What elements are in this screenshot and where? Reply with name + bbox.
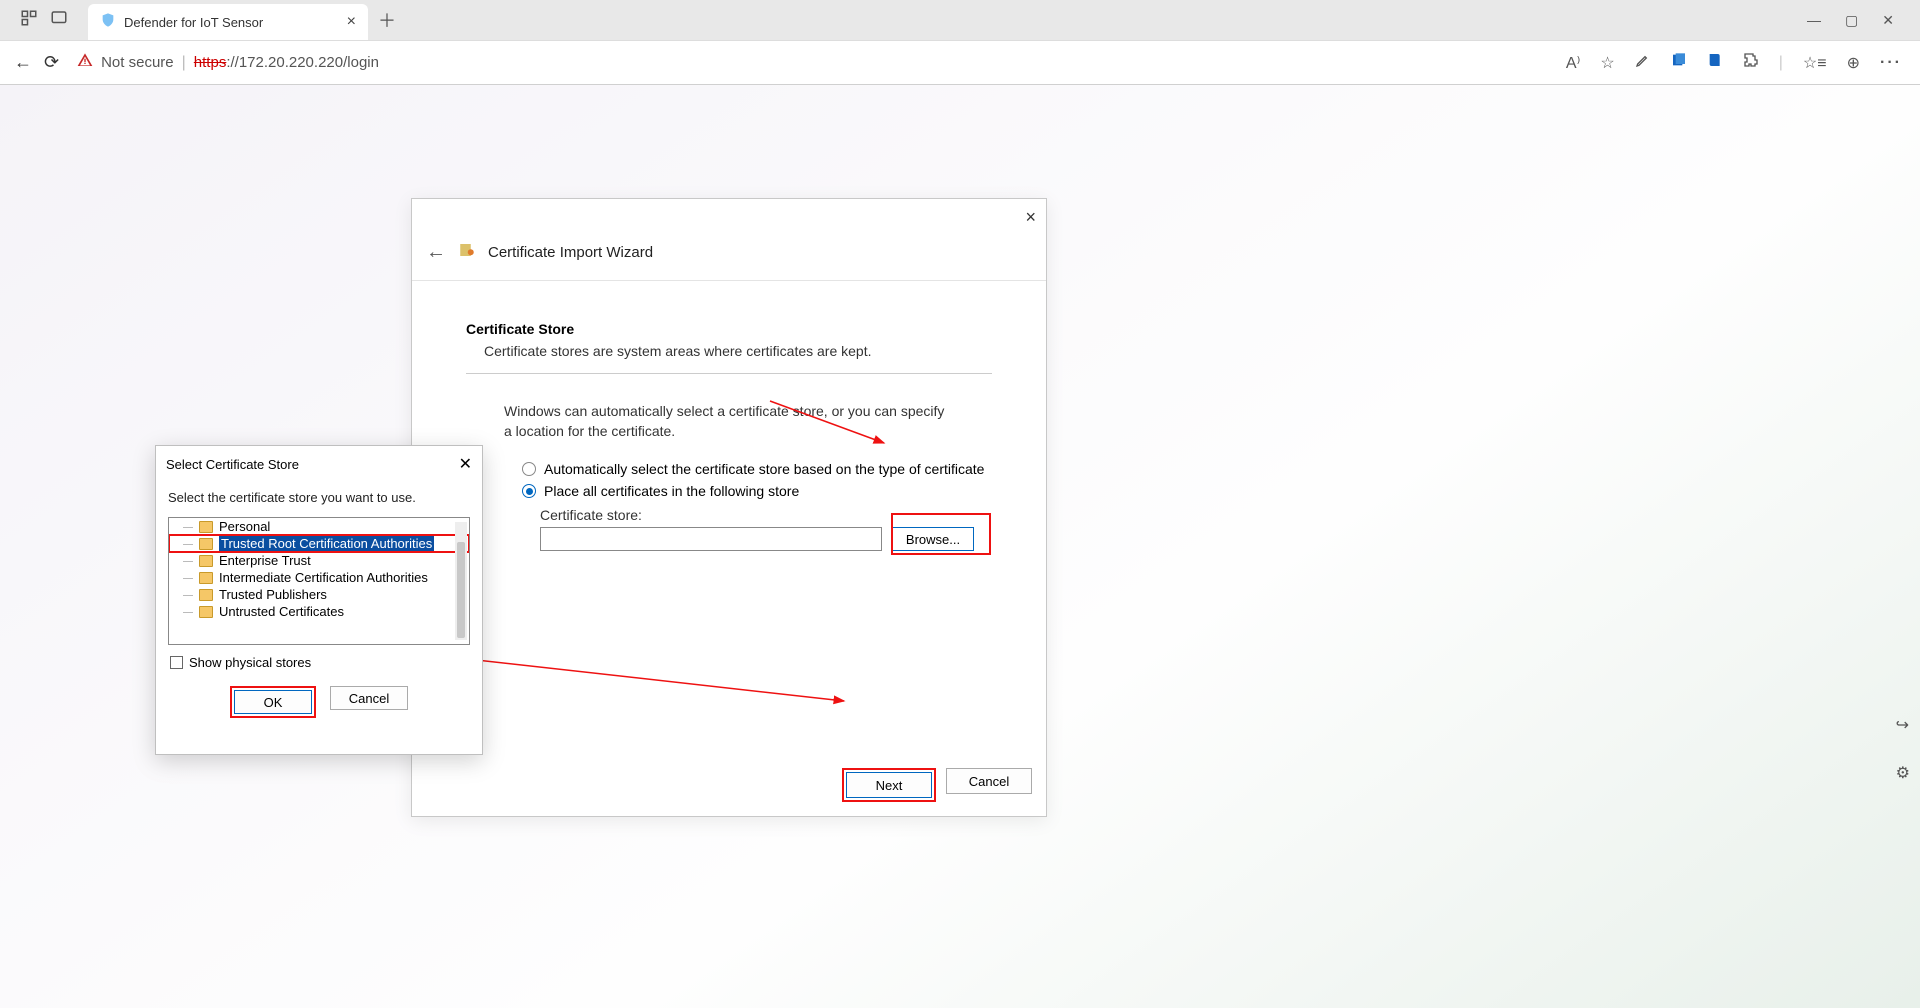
scrollbar[interactable] [455, 522, 467, 640]
folder-icon [199, 572, 213, 584]
browse-button[interactable]: Browse... [892, 527, 974, 551]
certificate-icon [458, 241, 476, 264]
app-launcher-icon[interactable]: ⊕ [1847, 53, 1860, 73]
tree-item-label[interactable]: Trusted Publishers [219, 587, 327, 602]
window-close-icon[interactable]: ✕ [1882, 12, 1894, 29]
reading-list-icon[interactable] [1707, 52, 1723, 73]
more-icon[interactable]: ··· [1880, 54, 1902, 72]
certificate-store-tree[interactable]: Personal Trusted Root Certification Auth… [168, 517, 470, 645]
folder-icon [199, 606, 213, 618]
body-text: Windows can automatically select a certi… [504, 402, 954, 441]
shield-icon [100, 12, 116, 33]
browser-chrome: Defender for IoT Sensor × ＋ — ▢ ✕ ← ⟳ No… [0, 0, 1920, 85]
show-physical-stores-checkbox[interactable]: Show physical stores [156, 645, 482, 680]
select-certificate-store-dialog: Select Certificate Store ✕ Select the ce… [155, 445, 483, 755]
tree-item-label[interactable]: Untrusted Certificates [219, 604, 344, 619]
close-icon[interactable]: × [1025, 207, 1036, 228]
cancel-button[interactable]: Cancel [946, 768, 1032, 794]
certificate-import-wizard: × ← Certificate Import Wizard Certificat… [411, 198, 1047, 817]
tree-item-label[interactable]: Intermediate Certification Authorities [219, 570, 428, 585]
url-path: ://172.20.220.220/login [226, 54, 379, 71]
warning-icon [77, 52, 93, 73]
minimize-icon[interactable]: — [1807, 12, 1821, 29]
section-subtext: Certificate stores are system areas wher… [466, 343, 992, 359]
cancel-button[interactable]: Cancel [330, 686, 408, 710]
tree-item-label[interactable]: Trusted Root Certification Authorities [219, 536, 434, 551]
tab-title: Defender for IoT Sensor [124, 15, 347, 30]
folder-icon [199, 555, 213, 567]
folder-icon [199, 589, 213, 601]
maximize-icon[interactable]: ▢ [1845, 12, 1858, 29]
url-protocol: https [194, 54, 227, 71]
edit-icon[interactable] [1635, 52, 1651, 73]
dialog-title: Select Certificate Store [166, 457, 299, 472]
page-viewport: × ← Certificate Import Wizard Certificat… [0, 85, 1920, 1008]
radio-icon[interactable] [522, 484, 536, 498]
new-tab-button[interactable]: ＋ [378, 7, 396, 33]
not-secure-label: Not secure [101, 54, 174, 71]
checkbox-icon[interactable] [170, 656, 183, 669]
radio-label: Automatically select the certificate sto… [544, 461, 984, 477]
favorites-bar-icon[interactable]: ☆≡ [1803, 53, 1827, 73]
folder-icon [199, 538, 213, 550]
tree-item-label[interactable]: Enterprise Trust [219, 553, 311, 568]
settings-gear-icon[interactable]: ⚙ [1896, 763, 1910, 783]
refresh-icon[interactable]: ⟳ [44, 52, 59, 73]
radio-auto-select[interactable]: Automatically select the certificate sto… [522, 461, 992, 477]
checkbox-label: Show physical stores [189, 655, 311, 670]
certificate-store-input[interactable] [540, 527, 882, 551]
folder-icon [199, 521, 213, 533]
url-display[interactable]: Not secure | https://172.20.220.220/logi… [71, 52, 1554, 73]
radio-icon[interactable] [522, 462, 536, 476]
wizard-title: Certificate Import Wizard [488, 244, 653, 261]
certificate-store-label: Certificate store: [540, 507, 992, 523]
favorite-icon[interactable]: ☆ [1600, 53, 1614, 73]
browser-tab[interactable]: Defender for IoT Sensor × [88, 4, 368, 40]
close-icon[interactable]: ✕ [459, 454, 472, 474]
radio-place-all[interactable]: Place all certificates in the following … [522, 483, 992, 499]
address-bar: ← ⟳ Not secure | https://172.20.220.220/… [0, 40, 1920, 84]
read-aloud-icon[interactable]: A⁾ [1566, 53, 1581, 73]
tab-overview-icon[interactable] [50, 9, 68, 32]
extensions-icon[interactable] [1743, 52, 1759, 73]
back-icon[interactable]: ← [14, 52, 32, 73]
dialog-instruction: Select the certificate store you want to… [156, 482, 482, 517]
collections-icon[interactable] [1671, 52, 1687, 73]
tree-item-label[interactable]: Personal [219, 519, 270, 534]
section-heading: Certificate Store [466, 321, 992, 337]
sidebar-tool-icon[interactable]: ↪ [1896, 715, 1910, 735]
next-button[interactable]: Next [846, 772, 932, 798]
close-icon[interactable]: × [347, 13, 356, 31]
ok-button[interactable]: OK [234, 690, 312, 714]
radio-label: Place all certificates in the following … [544, 483, 799, 499]
back-arrow-icon[interactable]: ← [426, 241, 446, 264]
workspaces-icon[interactable] [20, 9, 38, 32]
